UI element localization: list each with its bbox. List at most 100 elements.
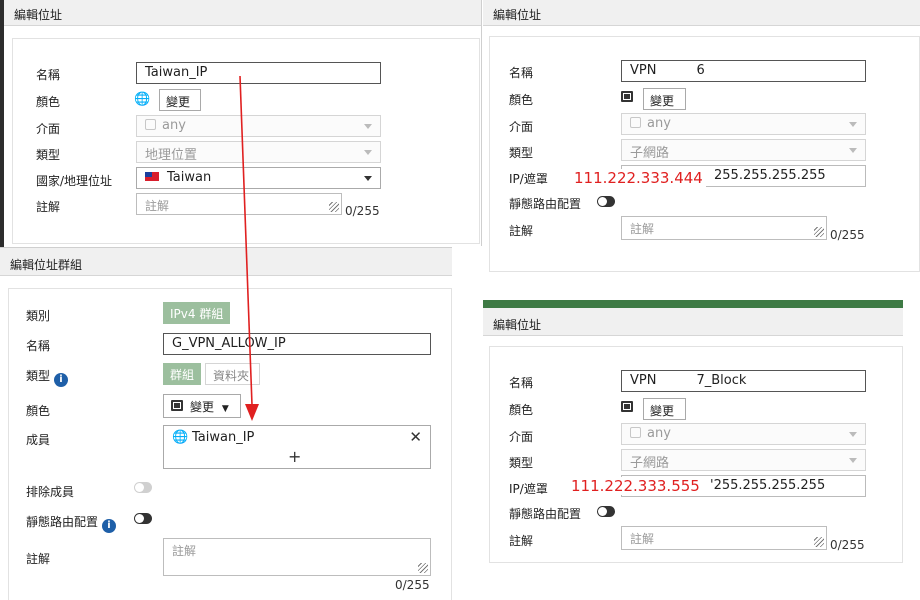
country-select[interactable]: Taiwan (136, 167, 381, 189)
ip-mask-value: '255.255.255.255 (710, 478, 826, 493)
static-route-label: 靜態路由配置 (509, 197, 582, 211)
color-label: 顏色 (36, 95, 61, 109)
name-input[interactable]: Taiwan_IP (136, 62, 381, 84)
monitor-icon (171, 400, 183, 411)
country-label: 國家/地理位址 (36, 174, 113, 188)
type-label: 類型 i (26, 367, 69, 387)
panel-title: 編輯位址 (483, 0, 920, 26)
comment-label: 註解 (26, 552, 51, 566)
comment-label: 註解 (509, 224, 534, 238)
panel-title: 編輯位址 (4, 0, 481, 26)
comment-counter: 0/255 (395, 578, 430, 592)
color-label: 顏色 (509, 403, 534, 417)
comment-counter: 0/255 (345, 204, 380, 218)
static-route-label-text: 靜態路由配置 (26, 515, 99, 529)
panel-title: 編輯位址 (483, 308, 903, 336)
category-label: 類別 (26, 309, 51, 323)
resize-grip-icon[interactable] (814, 227, 824, 237)
comment-placeholder: 註解 (630, 222, 655, 236)
change-color-button[interactable]: 變更 (643, 88, 686, 110)
caret-down-icon: ▼ (221, 404, 229, 414)
globe-icon: 🌐 (134, 92, 151, 107)
resize-grip-icon[interactable] (329, 202, 339, 212)
interface-label: 介面 (36, 122, 61, 136)
type-select[interactable]: 地理位置 (136, 141, 381, 163)
info-icon[interactable]: i (54, 373, 69, 387)
interface-value: any (162, 118, 186, 133)
comment-counter: 0/255 (830, 538, 865, 552)
type-value: 子網路 (630, 146, 670, 161)
ip-annotation: 111.222.333.444 (571, 169, 706, 187)
chevron-down-icon (849, 122, 857, 127)
comment-textarea[interactable]: 註解 (621, 526, 827, 550)
comment-textarea[interactable]: 註解 (163, 538, 431, 576)
type-label: 類型 (36, 148, 61, 162)
interface-label: 介面 (509, 120, 534, 134)
name-input[interactable]: G_VPN_ALLOW_IP (163, 333, 431, 355)
change-color-label: 變更 (190, 400, 215, 414)
type-value: 地理位置 (145, 148, 198, 163)
interface-select[interactable]: any (136, 115, 381, 137)
change-color-dropdown[interactable]: 變更 ▼ (163, 394, 241, 418)
interface-value: any (647, 426, 671, 441)
taiwan-flag-icon (145, 172, 159, 181)
interface-value: any (647, 116, 671, 131)
green-header-bar (483, 300, 903, 308)
name-input[interactable]: VPN 6 (621, 60, 866, 82)
chevron-down-icon (849, 148, 857, 153)
change-color-button[interactable]: 變更 (159, 89, 201, 111)
comment-textarea[interactable]: 註解 (621, 216, 827, 240)
country-value: Taiwan (167, 170, 212, 185)
type-label-text: 類型 (26, 369, 51, 383)
type-select[interactable]: 子網路 (621, 449, 866, 471)
name-label: 名稱 (509, 66, 534, 80)
interface-select[interactable]: any (621, 113, 866, 135)
monitor-icon (621, 401, 633, 412)
chevron-down-icon (849, 432, 857, 437)
checkbox-icon (630, 117, 641, 128)
comment-label: 註解 (509, 534, 534, 548)
change-color-button[interactable]: 變更 (643, 398, 686, 420)
members-box[interactable]: 🌐 Taiwan_IP ✕ + (163, 425, 431, 469)
type-option-folder[interactable]: 資料夾 (205, 363, 260, 385)
comment-placeholder: 註解 (172, 544, 197, 558)
static-route-toggle[interactable] (134, 513, 152, 524)
name-prefix: VPN (630, 373, 657, 388)
interface-label: 介面 (509, 430, 534, 444)
chevron-down-icon (849, 458, 857, 463)
comment-counter: 0/255 (830, 228, 865, 242)
edit-address-group-panel: 編輯位址群組 類別 IPv4 群組 名稱 G_VPN_ALLOW_IP 類型 i … (0, 247, 452, 600)
static-route-toggle[interactable] (597, 196, 615, 207)
comment-placeholder: 註解 (145, 199, 170, 213)
edit-address-panel-vpn7: 編輯位址 名稱 VPN 7_Block 顏色 變更 介面 any 類型 子網路 I… (483, 308, 903, 563)
name-prefix: VPN (630, 63, 657, 78)
resize-grip-icon[interactable] (418, 563, 428, 573)
info-icon[interactable]: i (102, 519, 117, 533)
static-route-toggle[interactable] (597, 506, 615, 517)
exclude-members-toggle[interactable] (134, 482, 152, 493)
panel-title: 編輯位址群組 (0, 248, 452, 276)
color-label: 顏色 (26, 404, 51, 418)
name-label: 名稱 (26, 339, 51, 353)
resize-grip-icon[interactable] (814, 537, 824, 547)
static-route-label: 靜態路由配置 i (26, 513, 117, 533)
ip-annotation: 111.222.333.555 (568, 477, 703, 495)
comment-placeholder: 註解 (630, 532, 655, 546)
comment-textarea[interactable]: 註解 (136, 193, 342, 215)
member-item: Taiwan_IP (192, 430, 255, 445)
ip-mask-value: 255.255.255.255 (714, 168, 826, 183)
add-member-icon[interactable]: + (288, 447, 301, 466)
checkbox-icon (145, 119, 156, 130)
name-input[interactable]: VPN 7_Block (621, 370, 866, 392)
type-select[interactable]: 子網路 (621, 139, 866, 161)
interface-select[interactable]: any (621, 423, 866, 445)
name-label: 名稱 (509, 376, 534, 390)
comment-label: 註解 (36, 200, 61, 214)
type-value: 子網路 (630, 456, 670, 471)
remove-member-icon[interactable]: ✕ (409, 428, 422, 446)
members-label: 成員 (26, 433, 51, 447)
exclude-members-label: 排除成員 (26, 485, 75, 499)
type-option-group[interactable]: 群組 (163, 363, 202, 385)
checkbox-icon (630, 427, 641, 438)
static-route-label: 靜態路由配置 (509, 507, 582, 521)
